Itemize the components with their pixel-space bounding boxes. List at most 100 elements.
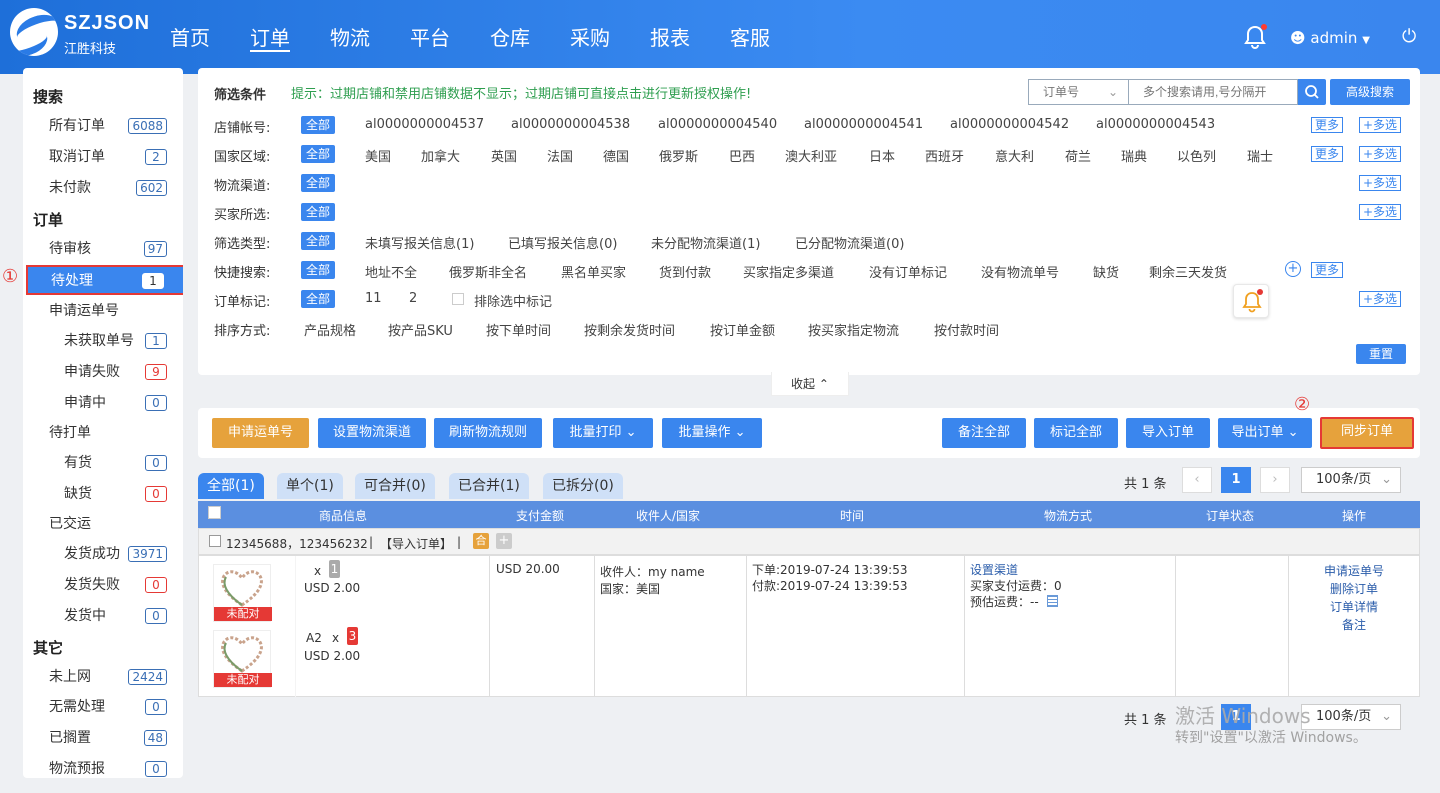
sort-option[interactable]: 按下单时间 bbox=[486, 320, 551, 339]
filter-all-logistics[interactable]: 全部 bbox=[301, 174, 336, 192]
reset-button[interactable]: 重置 bbox=[1356, 344, 1406, 364]
nav-logistics[interactable]: 物流 bbox=[330, 22, 370, 52]
search-field-select[interactable]: 订单号 ⌄ bbox=[1028, 79, 1128, 105]
sidebar-item-pending-review[interactable]: 待审核 97 bbox=[49, 238, 167, 260]
filter-option[interactable]: al0000000004540 bbox=[658, 117, 777, 132]
sidebar-item-out-of-stock[interactable]: 缺货 0 bbox=[64, 483, 167, 505]
search-input[interactable] bbox=[1128, 79, 1298, 105]
bell-icon[interactable] bbox=[1242, 24, 1268, 50]
sidebar-item-shelved[interactable]: 已搁置 48 bbox=[49, 727, 167, 749]
filter-option[interactable]: 瑞士 bbox=[1247, 146, 1273, 165]
filter-option[interactable]: al0000000004537 bbox=[365, 117, 484, 132]
more-button[interactable]: 更多 bbox=[1311, 262, 1344, 278]
multi-select-button[interactable]: +多选 bbox=[1359, 175, 1402, 191]
page-size-select[interactable]: 100条/页 ⌄ bbox=[1301, 467, 1401, 493]
filter-option[interactable]: al0000000004538 bbox=[511, 117, 630, 132]
filter-option[interactable]: 黑名单买家 bbox=[561, 262, 626, 281]
filter-option[interactable]: 英国 bbox=[491, 146, 517, 165]
filter-option[interactable]: al0000000004543 bbox=[1096, 117, 1215, 132]
filter-option[interactable]: 巴西 bbox=[729, 146, 755, 165]
filter-option[interactable]: 已填写报关信息(0) bbox=[508, 233, 617, 252]
product-image[interactable]: 未配对 bbox=[213, 630, 272, 688]
filter-all-buyer[interactable]: 全部 bbox=[301, 203, 336, 221]
product-image[interactable]: 未配对 bbox=[213, 564, 272, 622]
collapse-button[interactable]: 收起 ⌃ bbox=[771, 372, 849, 396]
filter-option[interactable]: 澳大利亚 bbox=[785, 146, 837, 165]
nav-platform[interactable]: 平台 bbox=[410, 22, 450, 52]
nav-orders[interactable]: 订单 bbox=[250, 22, 290, 52]
filter-all-type[interactable]: 全部 bbox=[301, 232, 336, 250]
sort-option[interactable]: 按买家指定物流 bbox=[808, 320, 899, 339]
sidebar-item-no-action[interactable]: 无需处理 0 bbox=[49, 696, 167, 718]
op-note-link[interactable]: 备注 bbox=[1342, 616, 1366, 633]
filter-option[interactable]: 地址不全 bbox=[365, 262, 417, 281]
filter-option[interactable]: 未分配物流渠道(1) bbox=[651, 233, 760, 252]
filter-option[interactable]: 俄罗斯非全名 bbox=[449, 262, 527, 281]
filter-option[interactable]: 2 bbox=[409, 291, 417, 306]
plus-icon[interactable]: + bbox=[496, 533, 512, 549]
multi-select-button[interactable]: +多选 bbox=[1359, 146, 1402, 162]
sort-option[interactable]: 按订单金额 bbox=[710, 320, 775, 339]
tab-mergeable[interactable]: 可合并(0) bbox=[355, 473, 435, 499]
add-circle-icon[interactable]: + bbox=[1285, 261, 1301, 277]
sort-option[interactable]: 按付款时间 bbox=[934, 320, 999, 339]
user-menu[interactable]: ☻ admin ▼ bbox=[1290, 29, 1370, 47]
filter-option[interactable]: 没有物流单号 bbox=[981, 262, 1059, 281]
filter-option[interactable]: 瑞典 bbox=[1121, 146, 1147, 165]
note-all-button[interactable]: 备注全部 bbox=[942, 418, 1026, 448]
sidebar-item-applying[interactable]: 申请中 0 bbox=[64, 392, 167, 414]
filter-option[interactable]: 未填写报关信息(1) bbox=[365, 233, 474, 252]
sidebar-item-unpaid[interactable]: 未付款 602 bbox=[49, 177, 167, 199]
sort-option[interactable]: 产品规格 bbox=[304, 320, 356, 339]
mark-all-button[interactable]: 标记全部 bbox=[1034, 418, 1118, 448]
sort-option[interactable]: 按产品SKU bbox=[388, 320, 453, 339]
sidebar-item-not-online[interactable]: 未上网 2424 bbox=[49, 666, 167, 688]
sidebar-item-shipped[interactable]: 已交运 bbox=[49, 513, 167, 535]
sidebar-item-to-print[interactable]: 待打单 bbox=[49, 422, 167, 444]
filter-option[interactable]: 已分配物流渠道(0) bbox=[795, 233, 904, 252]
sidebar-item-all-orders[interactable]: 所有订单 6088 bbox=[49, 115, 167, 137]
exclude-mark-checkbox[interactable] bbox=[452, 293, 464, 305]
merge-badge[interactable]: 合 bbox=[473, 533, 489, 549]
nav-home[interactable]: 首页 bbox=[170, 22, 210, 52]
tab-merged[interactable]: 已合并(1) bbox=[449, 473, 529, 499]
filter-option[interactable]: 俄罗斯 bbox=[659, 146, 698, 165]
apply-tracking-button[interactable]: 申请运单号 bbox=[212, 418, 309, 448]
tab-split[interactable]: 已拆分(0) bbox=[543, 473, 623, 499]
op-delete-order-link[interactable]: 删除订单 bbox=[1330, 580, 1378, 597]
sidebar-item-shipping[interactable]: 发货中 0 bbox=[64, 605, 167, 627]
op-order-details-link[interactable]: 订单详情 bbox=[1330, 598, 1378, 615]
refresh-rules-button[interactable]: 刷新物流规则 bbox=[434, 418, 542, 448]
filter-option[interactable]: 剩余三天发货 bbox=[1149, 262, 1227, 281]
filter-option[interactable]: 加拿大 bbox=[421, 146, 460, 165]
export-orders-button[interactable]: 导出订单 ⌄ bbox=[1218, 418, 1312, 448]
filter-option[interactable]: 以色列 bbox=[1177, 146, 1216, 165]
filter-all-country[interactable]: 全部 bbox=[301, 145, 336, 163]
sidebar-item-ship-failed[interactable]: 发货失败 0 bbox=[64, 574, 167, 596]
sidebar-item-forecast[interactable]: 物流预报 0 bbox=[49, 758, 167, 778]
filter-option[interactable]: 日本 bbox=[869, 146, 895, 165]
filter-option[interactable]: 买家指定多渠道 bbox=[743, 262, 834, 281]
select-all-checkbox[interactable] bbox=[208, 506, 221, 519]
more-button[interactable]: 更多 bbox=[1311, 146, 1344, 162]
batch-print-button[interactable]: 批量打印 ⌄ bbox=[553, 418, 653, 448]
sidebar-item-ship-success[interactable]: 发货成功 3971 bbox=[64, 543, 167, 565]
multi-select-button[interactable]: +多选 bbox=[1359, 204, 1402, 220]
filter-option[interactable]: al0000000004542 bbox=[950, 117, 1069, 132]
power-icon[interactable]: ⏻ bbox=[1402, 26, 1416, 47]
sort-option[interactable]: 按剩余发货时间 bbox=[584, 320, 675, 339]
filter-option[interactable]: 没有订单标记 bbox=[869, 262, 947, 281]
prev-page-button[interactable]: ‹ bbox=[1182, 467, 1212, 493]
filter-option[interactable]: 荷兰 bbox=[1065, 146, 1091, 165]
filter-option[interactable]: 法国 bbox=[547, 146, 573, 165]
op-apply-tracking-link[interactable]: 申请运单号 bbox=[1324, 562, 1384, 579]
set-logistics-button[interactable]: 设置物流渠道 bbox=[318, 418, 426, 448]
sidebar-item-in-stock[interactable]: 有货 0 bbox=[64, 452, 167, 474]
nav-reports[interactable]: 报表 bbox=[650, 22, 690, 52]
nav-purchase[interactable]: 采购 bbox=[570, 22, 610, 52]
filter-option[interactable]: 西班牙 bbox=[925, 146, 964, 165]
floating-bell-button[interactable] bbox=[1233, 284, 1269, 318]
more-button[interactable]: 更多 bbox=[1311, 117, 1344, 133]
import-orders-button[interactable]: 导入订单 bbox=[1126, 418, 1210, 448]
sidebar-item-to-process[interactable]: 待处理 1 bbox=[26, 265, 183, 295]
